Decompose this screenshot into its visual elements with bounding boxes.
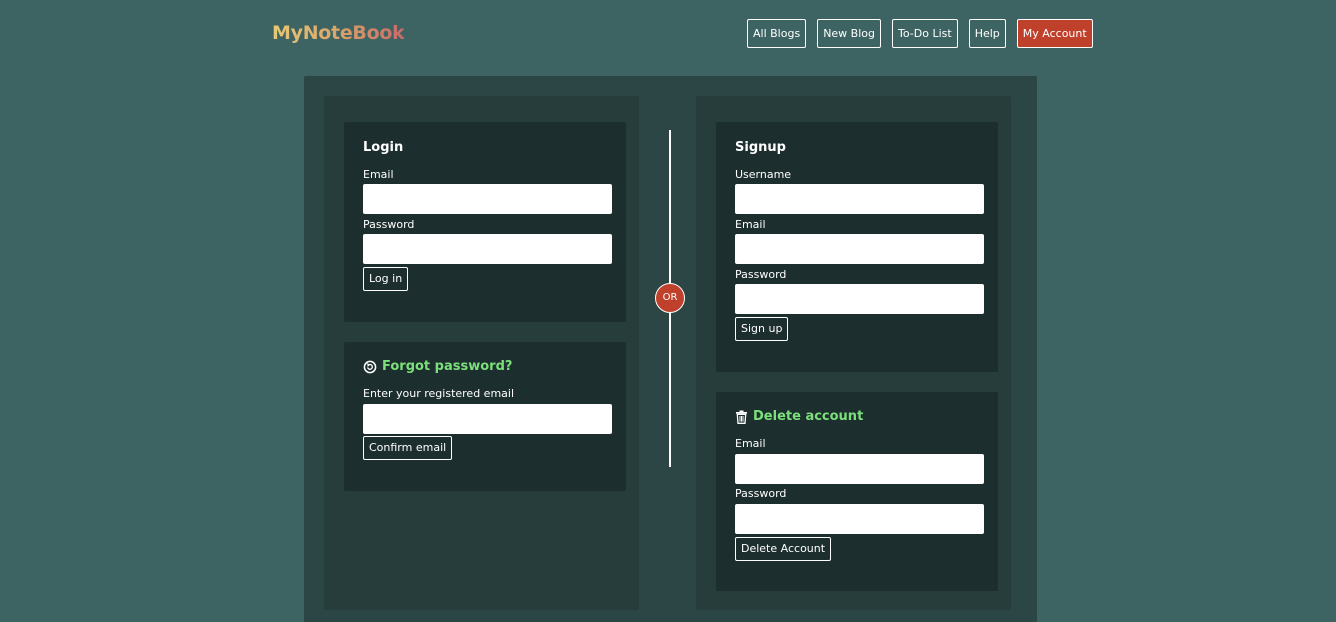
- forgot-password-label: Forgot password?: [382, 359, 513, 374]
- logo[interactable]: MyNoteBook: [272, 22, 405, 44]
- signup-password-input[interactable]: [735, 284, 984, 314]
- delete-email-label: Email: [735, 437, 766, 450]
- login-password-label: Password: [363, 218, 415, 231]
- nav-new-blog-button[interactable]: New Blog: [817, 19, 881, 48]
- login-password-input[interactable]: [363, 234, 612, 264]
- forgot-password-title: Forgot password?: [363, 359, 512, 374]
- forgot-email-label: Enter your registered email: [363, 387, 515, 400]
- signup-card: Signup Username Email Password Sign up: [716, 122, 998, 372]
- signup-title: Signup: [735, 140, 786, 155]
- login-card: Login Email Password Log in: [344, 122, 626, 322]
- delete-account-label: Delete account: [753, 409, 864, 424]
- delete-account-card: Delete account Email Password Delete Acc…: [716, 392, 998, 591]
- delete-email-input[interactable]: [735, 454, 984, 484]
- forgot-email-input[interactable]: [363, 404, 612, 434]
- nav-my-account-button[interactable]: My Account: [1016, 19, 1093, 48]
- signup-password-label: Password: [735, 268, 787, 281]
- signup-email-label: Email: [735, 218, 766, 231]
- nav-todo-list-button[interactable]: To-Do List: [892, 19, 958, 48]
- delete-password-label: Password: [735, 487, 787, 500]
- signup-username-input[interactable]: [735, 184, 984, 214]
- signup-button[interactable]: Sign up: [735, 317, 789, 341]
- delete-password-input[interactable]: [735, 504, 984, 534]
- signup-username-label: Username: [735, 168, 792, 181]
- nav-help-button[interactable]: Help: [968, 19, 1006, 48]
- or-badge: OR: [655, 283, 685, 313]
- confirm-email-button[interactable]: Confirm email: [363, 436, 453, 460]
- delete-account-title: Delete account: [735, 409, 863, 424]
- signup-email-input[interactable]: [735, 234, 984, 264]
- forgot-password-card: Forgot password? Enter your registered e…: [344, 342, 626, 491]
- login-title: Login: [363, 140, 404, 155]
- top-nav: All Blogs New Blog To-Do List Help My Ac…: [747, 19, 1093, 48]
- reset-password-icon: [363, 360, 377, 374]
- login-button[interactable]: Log in: [363, 267, 409, 291]
- login-email-input[interactable]: [363, 184, 612, 214]
- trash-icon: [735, 410, 748, 424]
- login-email-label: Email: [363, 168, 394, 181]
- delete-account-button[interactable]: Delete Account: [735, 537, 832, 561]
- nav-all-blogs-button[interactable]: All Blogs: [747, 19, 807, 48]
